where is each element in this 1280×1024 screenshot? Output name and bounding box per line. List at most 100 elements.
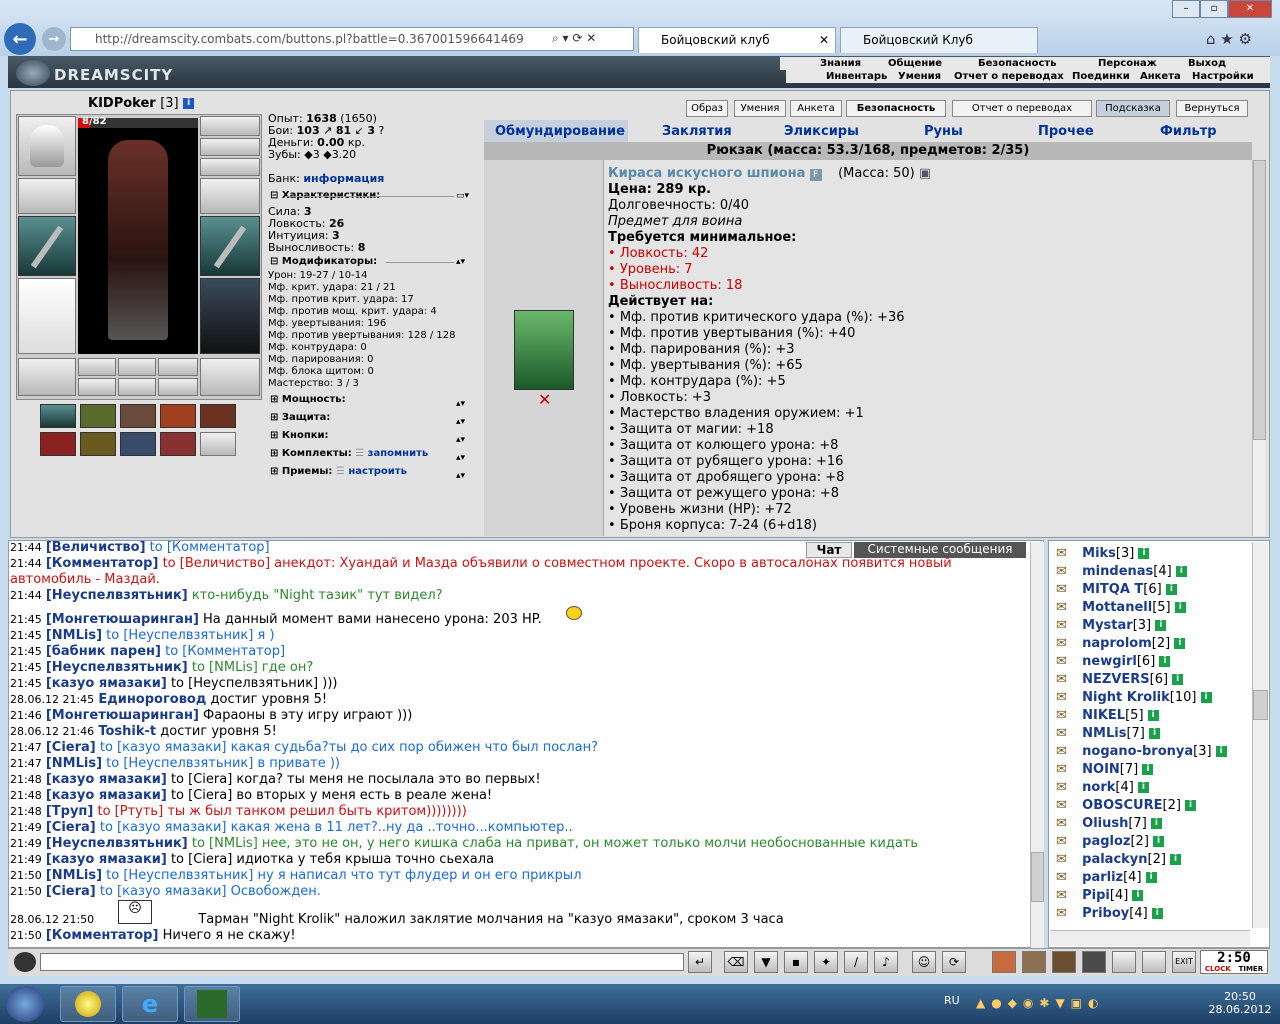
chat-nick[interactable]: [Неуспелвзятьник] (46, 660, 188, 675)
info-icon[interactable]: i (1159, 656, 1171, 667)
chat-message-input[interactable] (40, 953, 684, 971)
user-name[interactable]: NMLis (1082, 726, 1126, 741)
chat-recipient[interactable]: to [Величиство] (163, 556, 270, 571)
chat-nick[interactable]: [Ciera] (46, 820, 96, 835)
chat-nick[interactable]: [Монгетюшаринган] (46, 708, 199, 723)
chat-nick[interactable]: [бабник парен] (46, 644, 161, 659)
section-buttons[interactable]: ⊞ Кнопки: (270, 430, 329, 441)
close-window-button[interactable]: ✕ (1228, 0, 1272, 18)
user-name[interactable]: Miks (1082, 546, 1116, 561)
private-msg-icon[interactable]: ✉ (1056, 780, 1078, 795)
user-row[interactable]: ✉ nogano-bronya[3] i (1056, 744, 1227, 762)
action-icon-3[interactable] (1052, 951, 1076, 973)
necklace-slot[interactable] (200, 138, 260, 156)
chat-recipient[interactable]: to [NMLis] (192, 836, 258, 851)
user-name[interactable]: Mystar (1082, 618, 1133, 633)
chat-nick[interactable]: [Неуспелвзятьник] (46, 836, 188, 851)
chat-nick[interactable]: Единороговод (98, 692, 206, 707)
forward-button[interactable]: → (42, 27, 66, 51)
maximize-button[interactable]: ▫ (1200, 0, 1228, 18)
section-defense[interactable]: ⊞ Защита: (270, 412, 330, 423)
chat-nick[interactable]: [казуо ямазаки] (46, 788, 167, 803)
info-icon[interactable]: i (1145, 872, 1157, 883)
user-name[interactable]: pagloz (1082, 834, 1130, 849)
taskbar-app-1[interactable] (60, 986, 116, 1022)
user-row[interactable]: ✉ parliz[4] i (1056, 870, 1157, 888)
rune-slot-1[interactable] (78, 358, 116, 376)
bracers-slot[interactable] (18, 178, 76, 214)
security-button[interactable]: Безопасность (846, 100, 946, 117)
info-icon[interactable]: i (1172, 674, 1184, 685)
info-icon[interactable]: i (1151, 908, 1163, 919)
chat-recipient[interactable]: to [Неуспелвзятьник] (106, 756, 253, 771)
sound-icon[interactable]: ♪ (874, 951, 898, 973)
character-name[interactable]: KIDPoker (88, 96, 156, 111)
private-msg-icon[interactable]: ✉ (1056, 888, 1078, 903)
remember-link[interactable]: запомнить (368, 448, 429, 459)
eraser-icon[interactable]: ⌫ (724, 951, 748, 973)
rune-slot-3[interactable] (158, 358, 198, 376)
back-button[interactable]: ← (4, 23, 36, 55)
user-row[interactable]: ✉ Priboy[4] i (1056, 906, 1163, 924)
scroll-thumb[interactable] (1253, 160, 1266, 440)
private-msg-icon[interactable]: ✉ (1056, 546, 1078, 561)
user-name[interactable]: palackyn (1082, 852, 1147, 867)
rune-slot-6[interactable] (158, 378, 198, 396)
tab-filter[interactable]: Фильтр (1160, 124, 1217, 139)
menu-settings[interactable]: Настройки (1192, 71, 1254, 82)
chat-recipient[interactable]: to [казуо ямазаки] (100, 820, 227, 835)
earring-slot[interactable] (200, 116, 260, 136)
menu-fights[interactable]: Поединки (1072, 71, 1130, 82)
chat-mode-icon[interactable] (14, 952, 36, 972)
user-row[interactable]: ✉ Oliush[7] i (1056, 816, 1162, 834)
chat-recipient[interactable]: to [Комментатор] (150, 540, 270, 555)
user-row[interactable]: ✉ Miks[3] i (1056, 546, 1150, 564)
info-icon[interactable]: i (1170, 854, 1182, 865)
chat-nick[interactable]: [казуо ямазаки] (46, 772, 167, 787)
delete-item-icon[interactable]: ✕ (538, 390, 551, 409)
section-toggle-icon[interactable]: ▴▾ ▴▾ ▴▾ ▴▾ ▴▾ (456, 395, 465, 485)
refresh-icon[interactable]: ⟳ (942, 951, 966, 973)
user-name[interactable]: Oliush (1082, 816, 1128, 831)
user-row[interactable]: ✉ naprolom[2] i (1056, 636, 1186, 654)
chat-recipient[interactable]: to [Неуспелвзятьник] (106, 868, 253, 883)
user-name[interactable]: OBOSCURE (1082, 798, 1162, 813)
user-row[interactable]: ✉ Mystar[3] i (1056, 618, 1167, 636)
rune-slot-4[interactable] (78, 378, 116, 396)
user-row[interactable]: ✉ NOIN[7] i (1056, 762, 1154, 780)
tab-equipment[interactable]: Обмундирование (495, 124, 625, 139)
menu-character[interactable]: Персонаж (1098, 58, 1157, 69)
private-msg-icon[interactable]: ✉ (1056, 816, 1078, 831)
info-icon[interactable]: i (1155, 620, 1167, 631)
private-msg-icon[interactable]: ✉ (1056, 762, 1078, 777)
hint-button[interactable]: Подсказка (1096, 100, 1170, 117)
configure-link[interactable]: настроить (348, 466, 407, 477)
chat-nick[interactable]: [казуо ямазаки] (46, 852, 167, 867)
user-name[interactable]: naprolom (1082, 636, 1152, 651)
taskbar-ie[interactable]: e (122, 986, 178, 1022)
f-badge-icon[interactable]: F (809, 169, 822, 181)
user-name[interactable]: Pipi (1082, 888, 1110, 903)
user-row[interactable]: ✉ MITQA T[6] i (1056, 582, 1177, 600)
chat-recipient[interactable]: to [NMLis] (192, 660, 258, 675)
minimize-button[interactable]: – (1172, 0, 1200, 18)
menu-inventory[interactable]: Инвентарь (826, 71, 887, 82)
chat-nick[interactable]: [Труп] (46, 804, 94, 819)
info-icon[interactable]: i (1174, 602, 1186, 613)
tab-runes[interactable]: Руны (924, 124, 963, 139)
section-toggle-icon[interactable]: ▭▾ (456, 191, 469, 201)
chat-nick[interactable]: [Монгетюшаринган] (46, 612, 199, 627)
user-name[interactable]: Mottanell (1082, 600, 1152, 615)
chat-recipient[interactable]: to [Ciera] (171, 852, 232, 867)
ability-icon-1[interactable] (40, 404, 76, 428)
action-icon-6[interactable] (1142, 951, 1166, 973)
shirt-slot[interactable] (18, 278, 76, 354)
info-icon[interactable]: i (1142, 764, 1154, 775)
chat-nick[interactable]: [Величиство] (46, 540, 146, 555)
exit-icon[interactable]: EXIT (1172, 951, 1196, 973)
user-row[interactable]: ✉ Mottanell[5] i (1056, 600, 1186, 618)
skills-button[interactable]: Умения (734, 100, 786, 117)
private-msg-icon[interactable]: ✉ (1056, 708, 1078, 723)
scroll-thumb[interactable] (1253, 690, 1268, 720)
chat-recipient[interactable]: to [казуо ямазаки] (100, 884, 227, 899)
